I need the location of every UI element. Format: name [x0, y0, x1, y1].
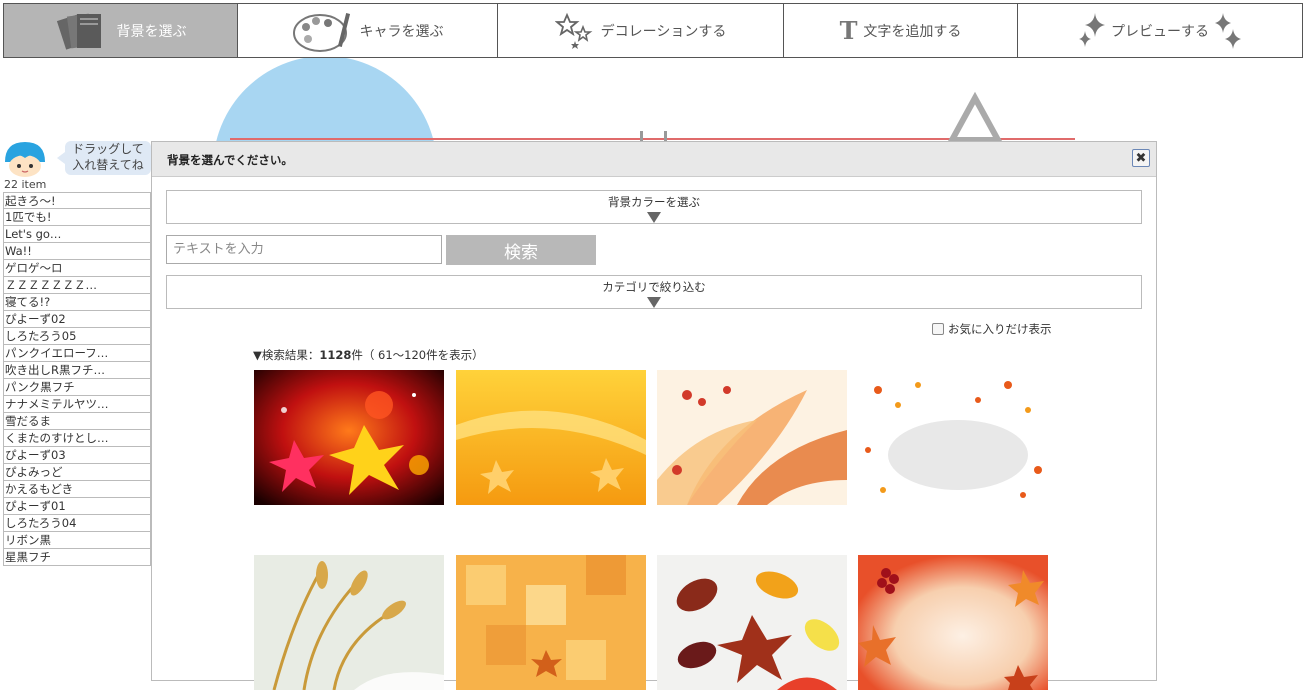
- color-select-toggle[interactable]: 背景カラーを選ぶ: [166, 190, 1142, 224]
- result-prefix: ▼検索結果：: [253, 348, 320, 362]
- favorites-label: お気に入りだけ表示: [948, 322, 1052, 336]
- close-icon: ✖: [1135, 150, 1147, 166]
- tab-label: デコレーションする: [600, 23, 727, 40]
- result-summary: ▼検索結果：1128件（ 61〜120件を表示）: [253, 347, 484, 363]
- sparkle-icon: [1215, 12, 1241, 49]
- dialog-header: 背景を選んでください。 ✖: [152, 142, 1156, 177]
- list-item[interactable]: 星黒フチ: [3, 549, 151, 566]
- triangle-down-icon: [647, 297, 661, 308]
- hint-line-2: 入れ替えてね: [72, 158, 144, 172]
- dialog-title: 背景を選んでください。: [167, 153, 293, 167]
- close-button[interactable]: ✖: [1132, 149, 1150, 167]
- background-thumbnail[interactable]: [456, 370, 646, 505]
- layer-sidebar: ドラッグして 入れ替えてね 22 item 起きろ〜! 1匹でも! Let's …: [3, 140, 151, 566]
- list-item[interactable]: パンク黒フチ: [3, 379, 151, 396]
- palette-icon: [292, 9, 354, 53]
- search-input[interactable]: [166, 235, 442, 264]
- stars-icon: [554, 11, 595, 51]
- background-thumbnail[interactable]: [254, 370, 444, 505]
- list-item[interactable]: ＺＺＺＺＺＺＺ…: [3, 277, 151, 294]
- list-item[interactable]: 起きろ〜!: [3, 192, 151, 209]
- text-T-icon: T: [839, 16, 858, 45]
- category-filter-label: カテゴリで絞り込む: [602, 280, 706, 294]
- list-item[interactable]: リボン黒: [3, 532, 151, 549]
- list-item[interactable]: Let's go…: [3, 226, 151, 243]
- background-select-dialog: 背景を選んでください。 ✖ 背景カラーを選ぶ 検索 カテゴリで絞り込む お気に入…: [151, 141, 1157, 690]
- list-item[interactable]: かえるもどき: [3, 481, 151, 498]
- list-item[interactable]: 寝てる!?: [3, 294, 151, 311]
- favorites-filter[interactable]: お気に入りだけ表示: [932, 321, 1052, 337]
- color-select-label: 背景カラーを選ぶ: [608, 195, 700, 209]
- tab-label: プレビューする: [1111, 23, 1209, 40]
- list-item[interactable]: ぴよーず03: [3, 447, 151, 464]
- list-item[interactable]: パンクイエローフ…: [3, 345, 151, 362]
- list-item[interactable]: ぴよーず01: [3, 498, 151, 515]
- list-item[interactable]: ぴよーず02: [3, 311, 151, 328]
- list-item[interactable]: くまたのすけとし…: [3, 430, 151, 447]
- background-thumbnail[interactable]: [657, 370, 847, 505]
- tab-decoration[interactable]: デコレーションする: [498, 4, 784, 57]
- result-suffix: 件（ 61〜120件を表示）: [351, 348, 484, 362]
- tab-label: 文字を追加する: [863, 23, 962, 40]
- background-thumbnail[interactable]: [858, 370, 1048, 505]
- favorites-checkbox[interactable]: [932, 323, 944, 335]
- tab-select-background[interactable]: 背景を選ぶ: [4, 4, 238, 57]
- tab-label: 背景を選ぶ: [116, 23, 187, 40]
- tab-label: キャラを選ぶ: [359, 23, 444, 40]
- triangle-down-icon: [647, 212, 661, 223]
- list-item[interactable]: Wa!!: [3, 243, 151, 260]
- mascot-avatar: [3, 140, 47, 182]
- category-filter-toggle[interactable]: カテゴリで絞り込む: [166, 275, 1142, 309]
- list-item[interactable]: ぴよみっど: [3, 464, 151, 481]
- result-count: 1128: [319, 348, 352, 362]
- search-button[interactable]: 検索: [446, 235, 596, 265]
- list-item[interactable]: 吹き出しR黒フチ…: [3, 362, 151, 379]
- list-item[interactable]: 雪だるま: [3, 413, 151, 430]
- hint-bubble: ドラッグして 入れ替えてね: [57, 141, 151, 175]
- sparkle-icon: [1079, 12, 1105, 49]
- list-item[interactable]: 1匹でも!: [3, 209, 151, 226]
- tab-add-text[interactable]: T 文字を追加する: [784, 4, 1018, 57]
- list-item[interactable]: しろたろう05: [3, 328, 151, 345]
- tab-select-character[interactable]: キャラを選ぶ: [238, 4, 498, 57]
- hint-line-1: ドラッグして: [72, 142, 144, 156]
- backgrounds-icon: [55, 9, 111, 53]
- tab-preview[interactable]: プレビューする: [1018, 4, 1302, 57]
- list-item[interactable]: しろたろう04: [3, 515, 151, 532]
- list-item[interactable]: ナナメミテルヤツ…: [3, 396, 151, 413]
- list-item[interactable]: ゲロゲ〜ロ: [3, 260, 151, 277]
- step-tabs: 背景を選ぶ キャラを選ぶ デコレーションする T 文字を追加する プレビューする: [3, 3, 1303, 58]
- layer-list: 起きろ〜! 1匹でも! Let's go… Wa!! ゲロゲ〜ロ ＺＺＺＺＺＺＺ…: [3, 192, 151, 566]
